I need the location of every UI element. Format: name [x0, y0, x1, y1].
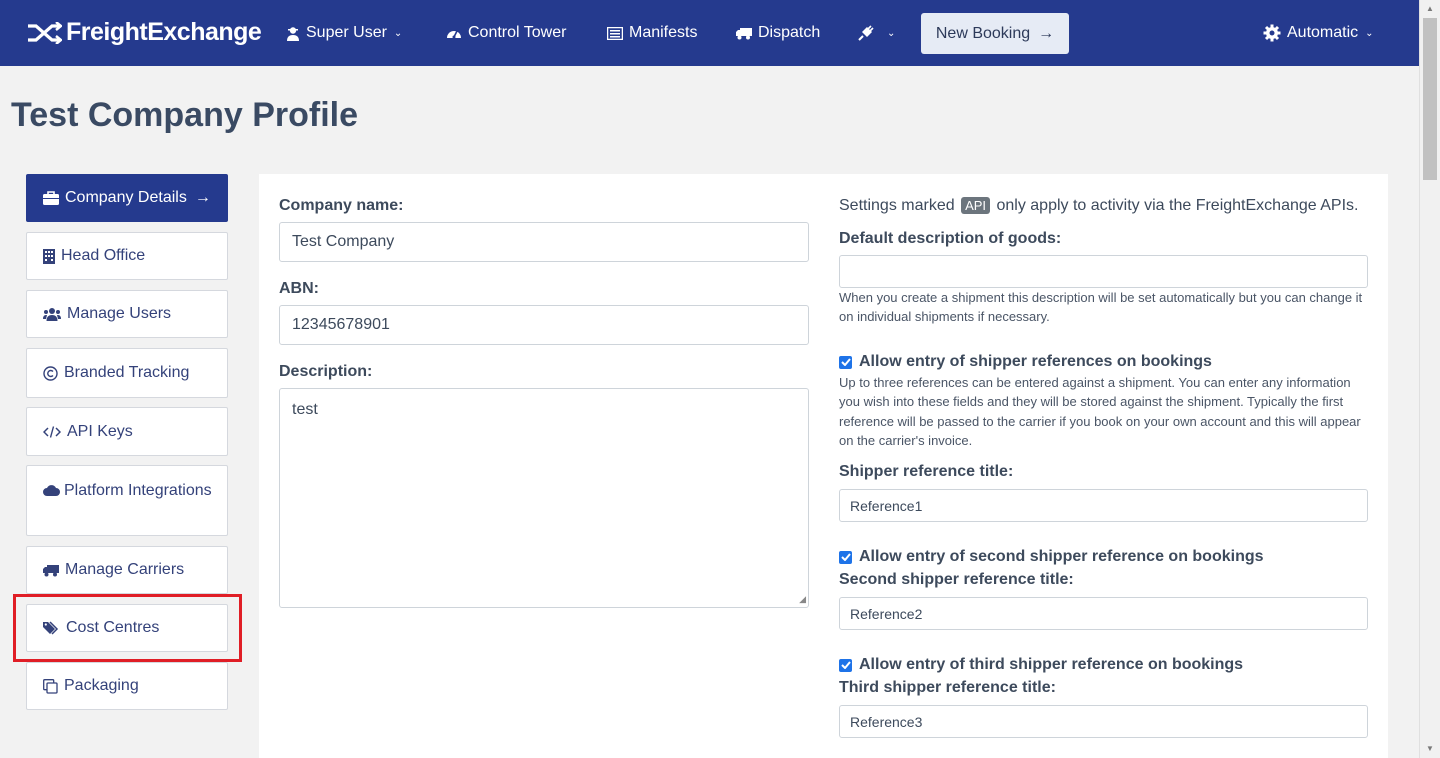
sidebar-item-label: Head Office [61, 247, 146, 264]
users-icon [43, 308, 61, 321]
freightexchange-logo[interactable]: FreightExchange [26, 18, 262, 47]
description-label: Description: [279, 363, 373, 380]
description-textarea[interactable]: test ◢ [279, 388, 809, 608]
sidebar-item-manage-users[interactable]: Manage Users [26, 290, 228, 338]
ref2-title-label: Second shipper reference title: [839, 571, 1074, 588]
sidebar-item-label: Packaging [64, 677, 139, 694]
default-description-label: Default description of goods: [839, 230, 1062, 247]
copy-icon [43, 678, 58, 694]
settings-note-prefix: Settings marked [839, 197, 955, 214]
copyright-icon [43, 365, 58, 381]
plug-icon [858, 25, 874, 41]
api-settings-note: Settings marked API only apply to activi… [839, 197, 1358, 215]
nav-control-tower[interactable]: Control Tower [446, 0, 566, 66]
company-name-label: Company name: [279, 197, 404, 214]
sidebar-item-label: Company Details [65, 189, 187, 206]
default-description-input[interactable] [839, 255, 1368, 288]
sidebar-item-label: Platform Integrations [64, 482, 212, 499]
logo-icon [28, 21, 62, 44]
control-tower-label: Control Tower [468, 24, 567, 41]
logo-text: FreightExchange [66, 18, 262, 46]
allow-ref2-checkbox-row[interactable]: Allow entry of second shipper reference … [839, 548, 1264, 566]
ref3-title-label: Third shipper reference title: [839, 679, 1056, 696]
check-icon [840, 661, 851, 669]
company-details-panel: Company name: Test Company ABN: 12345678… [259, 174, 1388, 758]
abn-input[interactable]: 12345678901 [279, 305, 809, 345]
sidebar-item-label: Manage Users [67, 305, 172, 322]
top-navbar: FreightExchange Super User ⌄ Control Tow… [0, 0, 1419, 66]
automatic-menu[interactable]: Automatic ⌄ [1263, 0, 1374, 66]
allow-ref1-label: Allow entry of shipper references on boo… [859, 353, 1212, 370]
briefcase-icon [43, 191, 59, 205]
sidebar-item-company-details[interactable]: Company Details → [26, 174, 228, 222]
allow-ref3-checkbox[interactable] [839, 658, 852, 672]
plugin-menu[interactable]: ⌄ [858, 0, 895, 66]
dispatch-label: Dispatch [758, 24, 821, 41]
highlight-annotation-box [13, 594, 242, 662]
new-booking-button[interactable]: New Booking → [921, 13, 1069, 54]
settings-note-suffix: only apply to activity via the FreightEx… [996, 197, 1359, 214]
resize-handle-icon[interactable]: ◢ [799, 594, 806, 605]
scroll-down-icon[interactable]: ▼ [1426, 744, 1434, 753]
allow-ref1-checkbox-row[interactable]: Allow entry of shipper references on boo… [839, 353, 1212, 371]
arrow-right-icon: → [194, 189, 211, 206]
truck-icon [736, 27, 752, 39]
sidebar-item-label: API Keys [67, 422, 133, 440]
nav-manifests[interactable]: Manifests [607, 0, 697, 66]
allow-ref2-label: Allow entry of second shipper reference … [859, 548, 1264, 565]
arrow-right-icon: → [1038, 24, 1055, 42]
company-name-input[interactable]: Test Company [279, 222, 809, 262]
allow-ref3-checkbox-row[interactable]: Allow entry of third shipper reference o… [839, 656, 1243, 674]
sidebar-item-label: Manage Carriers [65, 561, 185, 578]
sidebar-item-platform-integrations[interactable]: Platform Integrations [26, 465, 228, 536]
check-icon [840, 553, 851, 561]
scroll-up-icon[interactable]: ▲ [1426, 4, 1434, 13]
check-icon [840, 358, 851, 366]
cloud-icon [43, 485, 60, 496]
code-icon [43, 425, 61, 438]
ref1-title-label: Shipper reference title: [839, 463, 1014, 480]
sidebar-item-manage-carriers[interactable]: Manage Carriers [26, 546, 228, 594]
sidebar-item-packaging[interactable]: Packaging [26, 662, 228, 710]
scroll-thumb[interactable] [1423, 18, 1437, 180]
sidebar-item-api-keys[interactable]: API Keys [26, 407, 228, 456]
new-booking-label: New Booking [935, 24, 1031, 42]
chevron-down-icon: ⌄ [393, 27, 403, 39]
chevron-down-icon: ⌄ [887, 27, 896, 39]
user-secret-icon [287, 26, 299, 41]
automatic-label: Automatic [1287, 24, 1359, 41]
allow-ref1-checkbox[interactable] [839, 355, 852, 369]
chevron-down-icon: ⌄ [1365, 27, 1374, 39]
abn-label: ABN: [279, 280, 319, 297]
ref1-title-input[interactable]: Reference1 [839, 489, 1368, 522]
allow-ref3-label: Allow entry of third shipper reference o… [859, 656, 1244, 673]
allow-ref2-checkbox[interactable] [839, 550, 852, 564]
building-icon [43, 248, 55, 264]
sidebar-item-label: Branded Tracking [64, 364, 190, 381]
sidebar-item-branded-tracking[interactable]: Branded Tracking [26, 348, 228, 398]
api-badge: API [961, 197, 991, 214]
default-description-help: When you create a shipment this descript… [839, 290, 1363, 325]
allow-ref1-help: Up to three references can be entered ag… [839, 375, 1361, 449]
dashboard-icon [447, 30, 461, 39]
sidebar-item-head-office[interactable]: Head Office [26, 232, 228, 280]
super-user-label: Super User [306, 24, 387, 41]
ref2-title-input[interactable]: Reference2 [839, 597, 1368, 630]
page-title: Test Company Profile [11, 96, 358, 134]
nav-dispatch[interactable]: Dispatch [736, 0, 820, 66]
manifests-label: Manifests [629, 24, 698, 41]
ref3-title-input[interactable]: Reference3 [839, 705, 1368, 738]
gear-icon [1263, 24, 1281, 42]
truck-icon [43, 564, 59, 576]
list-alt-icon [607, 26, 623, 40]
description-value: test [292, 401, 318, 418]
page-scrollbar[interactable]: ▲ ▼ [1419, 0, 1440, 758]
super-user-menu[interactable]: Super User ⌄ [286, 0, 402, 66]
